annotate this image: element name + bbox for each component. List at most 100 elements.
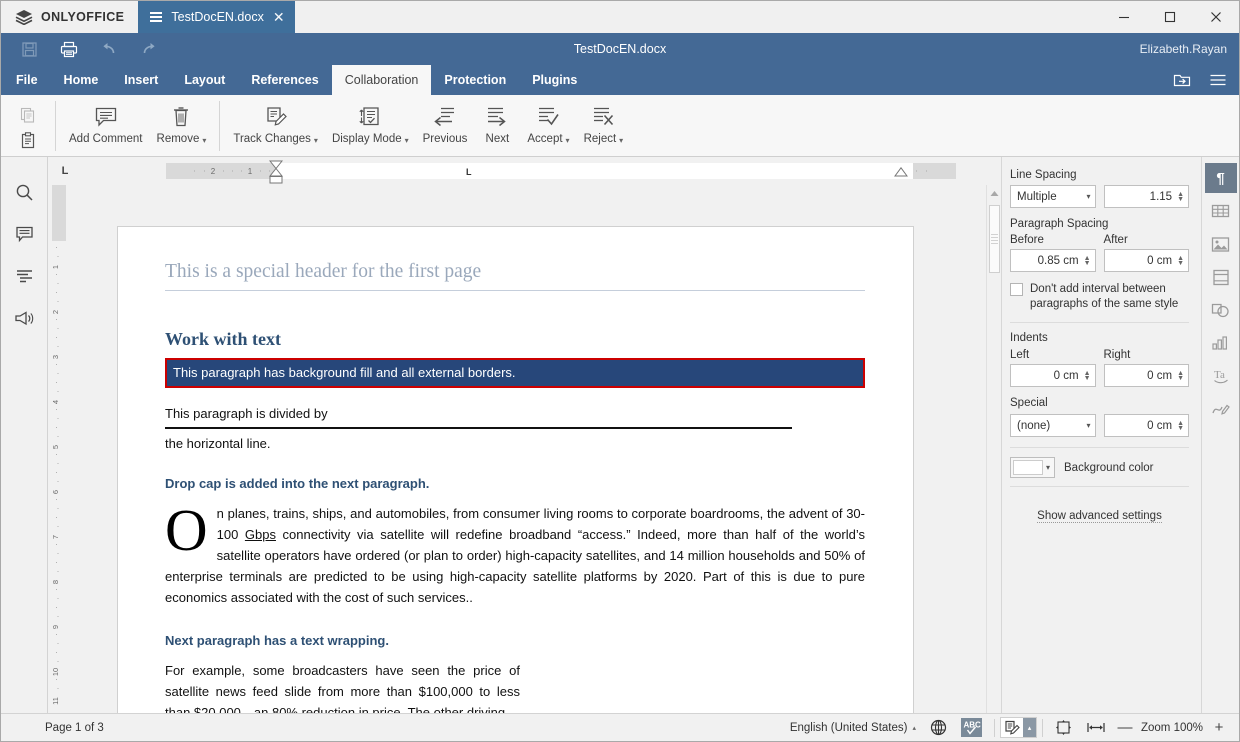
display-mode-button[interactable]: Display Mode ▾	[325, 99, 416, 153]
header-rule	[165, 290, 865, 291]
spacing-after-stepper[interactable]: 0 cm ▲ ▼	[1103, 249, 1189, 272]
divided-paragraph-bottom[interactable]: the horizontal line.	[165, 429, 865, 451]
right-indent-marker[interactable]	[894, 167, 908, 177]
document-page[interactable]: This is a special header for the first p…	[118, 227, 913, 713]
line-spacing-value-stepper[interactable]: 1.15 ▲ ▼	[1103, 185, 1189, 208]
filled-paragraph[interactable]: This paragraph has background fill and a…	[165, 358, 865, 388]
header-footer-icon[interactable]	[1205, 262, 1237, 292]
pilcrow-icon[interactable]: ¶	[1204, 163, 1237, 193]
close-icon[interactable]	[1193, 1, 1239, 33]
remove-comment-button[interactable]: Remove ▾	[150, 99, 214, 153]
shape-icon[interactable]	[1205, 295, 1237, 325]
trash-icon	[170, 102, 192, 132]
document-header-text[interactable]: This is a special header for the first p…	[165, 261, 865, 290]
tab-stop-marker[interactable]: L	[466, 167, 472, 177]
set-document-language-button[interactable]	[923, 716, 954, 740]
chevron-down-icon[interactable]: ▾	[405, 136, 409, 145]
document-tab[interactable]: TestDocEN.docx ✕	[138, 1, 295, 33]
open-folder-icon[interactable]	[1167, 67, 1197, 93]
next-change-button[interactable]: Next	[474, 99, 520, 153]
redo-icon[interactable]	[129, 34, 169, 64]
language-selector[interactable]: English (United States) ▴	[783, 716, 923, 740]
hamburger-icon[interactable]	[150, 12, 163, 22]
tab-stop-selector[interactable]: L	[54, 162, 76, 180]
search-icon[interactable]	[9, 179, 39, 205]
paste-icon[interactable]	[13, 128, 43, 153]
stepper-arrows-icon[interactable]: ▲ ▼	[1177, 255, 1186, 267]
ruler-strip[interactable]: 21 12 34 56 78 910 1112 1314 1516 17	[166, 160, 956, 184]
tab-file[interactable]: File	[3, 65, 51, 95]
zoom-level-label[interactable]: Zoom 100%	[1137, 722, 1207, 734]
tab-insert[interactable]: Insert	[111, 65, 171, 95]
signature-icon[interactable]	[1205, 394, 1237, 424]
copy-icon[interactable]	[13, 102, 43, 127]
spacing-before-stepper[interactable]: 0.85 cm ▲ ▼	[1010, 249, 1096, 272]
accept-change-button[interactable]: Accept ▾	[520, 99, 576, 153]
comment-icon[interactable]	[9, 221, 39, 247]
scroll-up-arrow-icon[interactable]	[987, 185, 1001, 201]
tab-collaboration[interactable]: Collaboration	[331, 65, 432, 95]
headings-icon[interactable]	[9, 263, 39, 289]
editing-mode-button[interactable]: ▴	[999, 717, 1037, 738]
megaphone-icon[interactable]	[9, 305, 39, 331]
vertical-scrollbar[interactable]	[986, 185, 1001, 713]
special-value-stepper[interactable]: 0 cm ▲ ▼	[1103, 414, 1189, 437]
chevron-down-icon[interactable]: ▾	[202, 136, 206, 145]
print-icon[interactable]	[49, 34, 89, 64]
indent-right-stepper[interactable]: 0 cm ▲ ▼	[1103, 364, 1189, 387]
previous-change-button[interactable]: Previous	[416, 99, 475, 153]
reject-change-button[interactable]: Reject ▾	[577, 99, 631, 153]
indent-left-col: 0 cm ▲ ▼	[1010, 364, 1096, 387]
close-icon[interactable]: ✕	[273, 10, 285, 24]
no-interval-checkbox[interactable]	[1010, 283, 1023, 296]
track-changes-button[interactable]: Track Changes ▾	[226, 99, 325, 153]
tab-protection[interactable]: Protection	[431, 65, 519, 95]
chevron-down-icon[interactable]: ▾	[619, 136, 623, 145]
heading-work-with-text[interactable]: Work with text	[165, 329, 865, 350]
wrapping-paragraph[interactable]: For example, some broadcasters have seen…	[165, 660, 520, 713]
indent-left-stepper[interactable]: 0 cm ▲ ▼	[1010, 364, 1096, 387]
zoom-out-button[interactable]: —	[1113, 717, 1137, 739]
fit-page-icon	[1055, 719, 1072, 736]
tab-references[interactable]: References	[238, 65, 331, 95]
chevron-up-icon[interactable]: ▴	[1022, 718, 1036, 737]
chevron-down-icon[interactable]: ▾	[566, 136, 570, 145]
minimize-icon[interactable]	[1101, 1, 1147, 33]
stepper-arrows-icon[interactable]: ▲ ▼	[1177, 370, 1186, 382]
text-art-icon[interactable]: Ta	[1205, 361, 1237, 391]
save-icon[interactable]	[9, 34, 49, 64]
background-color-picker[interactable]: ▾	[1010, 457, 1055, 478]
right-sidebar: ¶ Ta	[1201, 157, 1239, 713]
line-spacing-mode-select[interactable]: Multiple ▾	[1010, 185, 1096, 208]
stepper-arrows-icon[interactable]: ▲ ▼	[1177, 191, 1186, 203]
fit-to-width-button[interactable]	[1079, 716, 1113, 740]
fit-to-page-button[interactable]	[1048, 716, 1079, 740]
scrollbar-thumb[interactable]	[989, 205, 1000, 273]
stepper-arrows-icon[interactable]: ▲ ▼	[1084, 255, 1093, 267]
subheading-text-wrapping[interactable]: Next paragraph has a text wrapping.	[165, 633, 865, 648]
dropcap-paragraph[interactable]: On planes, trains, ships, and automobile…	[165, 501, 865, 608]
table-icon[interactable]	[1205, 196, 1237, 226]
chevron-down-icon[interactable]: ▾	[314, 136, 318, 145]
image-icon[interactable]	[1205, 229, 1237, 259]
undo-icon[interactable]	[89, 34, 129, 64]
divided-paragraph-top[interactable]: This paragraph is divided by	[165, 406, 865, 427]
tab-plugins[interactable]: Plugins	[519, 65, 590, 95]
zoom-in-button[interactable]: +	[1207, 717, 1231, 739]
vertical-ruler[interactable]: 1 1 2 3 4 5 6 7 8 9 10 11	[48, 185, 70, 713]
maximize-icon[interactable]	[1147, 1, 1193, 33]
chart-icon[interactable]	[1205, 328, 1237, 358]
show-advanced-settings-link[interactable]: Show advanced settings	[1037, 510, 1162, 523]
tab-layout[interactable]: Layout	[171, 65, 238, 95]
stepper-arrows-icon[interactable]: ▲ ▼	[1177, 420, 1186, 432]
spellcheck-toggle[interactable]: ABC	[954, 716, 989, 740]
tab-home[interactable]: Home	[51, 65, 112, 95]
stepper-arrows-icon[interactable]: ▲ ▼	[1084, 370, 1093, 382]
hamburger-icon[interactable]	[1203, 67, 1233, 93]
subheading-drop-cap[interactable]: Drop cap is added into the next paragrap…	[165, 476, 865, 491]
special-mode-select[interactable]: (none) ▾	[1010, 414, 1096, 437]
left-indent-marker[interactable]	[269, 176, 283, 184]
scrollbar-grip	[991, 233, 998, 245]
svg-text:1: 1	[51, 265, 60, 269]
add-comment-button[interactable]: Add Comment	[62, 99, 150, 153]
